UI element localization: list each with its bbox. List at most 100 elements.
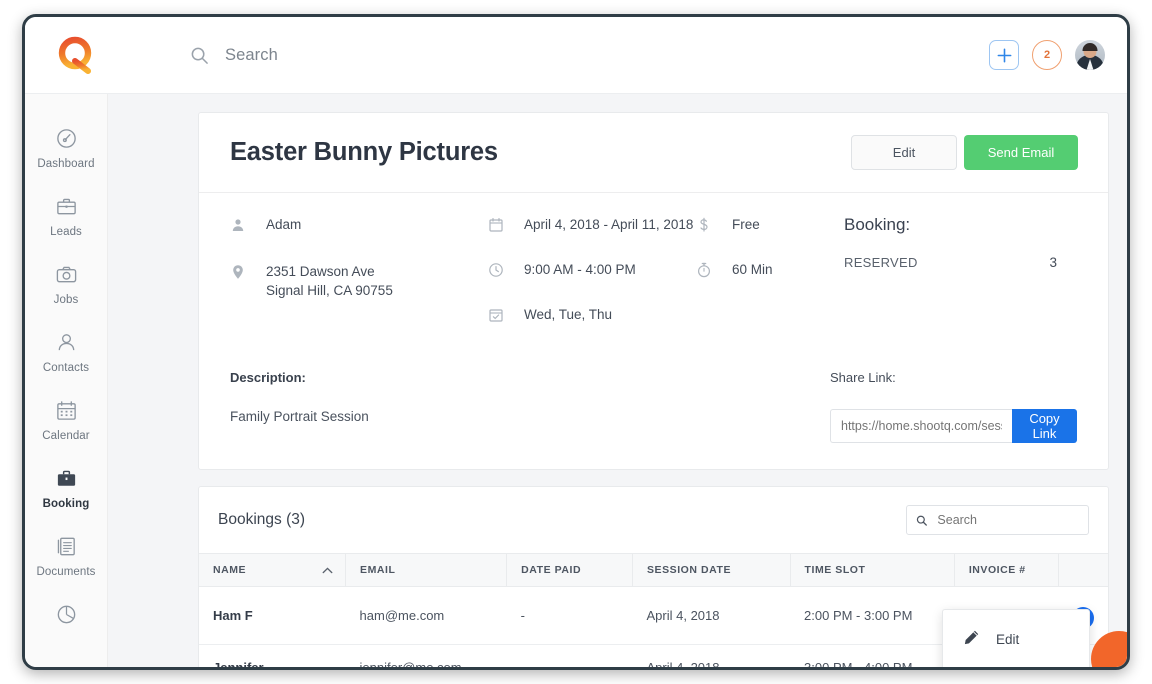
detail-info-grid: Adam 2351 Dawson Ave Signal Hill, CA 907… <box>199 193 1108 356</box>
days: Wed, Tue, Thu <box>524 307 613 322</box>
calendar-icon <box>488 215 504 238</box>
copy-link-button[interactable]: Copy Link <box>1012 409 1077 443</box>
contact-column: Adam 2351 Dawson Ave Signal Hill, CA 907… <box>230 215 488 352</box>
logo-icon <box>58 36 92 74</box>
date-range: April 4, 2018 - April 11, 2018 <box>524 217 694 232</box>
clock-icon <box>488 260 504 283</box>
pie-chart-icon <box>57 605 75 624</box>
sidebar-item-booking[interactable]: Booking <box>25 455 107 523</box>
date-range-row: April 4, 2018 - April 11, 2018 <box>488 215 696 238</box>
page-title: Easter Bunny Pictures <box>230 138 498 166</box>
send-email-button[interactable]: Send Email <box>964 135 1078 170</box>
share-link-control: Copy Link <box>830 409 1077 443</box>
cell-date-paid: - <box>506 586 633 645</box>
sidebar-item-documents[interactable]: Documents <box>25 523 107 591</box>
bookings-search[interactable] <box>906 505 1089 535</box>
column-header-invoice[interactable]: INVOICE # <box>954 553 1059 587</box>
sidebar-label: Dashboard <box>37 158 95 170</box>
address: 2351 Dawson Ave Signal Hill, CA 90755 <box>266 262 393 300</box>
calendar-check-icon <box>488 305 504 328</box>
shootq-q-logo[interactable] <box>39 34 113 76</box>
sidebar-label: Contacts <box>42 362 90 374</box>
description-label: Description: <box>230 370 306 385</box>
description-block: Description: Family Portrait Session <box>230 370 830 443</box>
cell-email: jennifer@me.com <box>345 644 507 667</box>
share-url-input[interactable] <box>830 409 1012 443</box>
bookings-title: Bookings (3) <box>218 511 306 528</box>
column-header-name[interactable]: NAME <box>199 553 347 587</box>
sidebar-item-jobs[interactable]: Jobs <box>25 251 107 319</box>
description-text: Family Portrait Session <box>230 409 369 424</box>
share-link-label: Share Link: <box>830 370 896 385</box>
booking-status: RESERVED <box>844 255 918 270</box>
menu-item-email[interactable]: Email <box>943 658 1089 667</box>
bookings-card: Bookings (3) NAME <box>198 486 1109 667</box>
briefcase-outline-icon <box>56 198 76 215</box>
time-range: 9:00 AM - 4:00 PM <box>524 262 636 277</box>
address-line-2: Signal Hill, CA 90755 <box>266 283 393 299</box>
booking-count: 3 <box>1049 255 1057 270</box>
notification-badge[interactable]: 2 <box>1032 40 1062 70</box>
cell-date-paid: - <box>506 644 633 667</box>
app-window: Search 2 Dashboard Leads Jobs Contacts C… <box>22 14 1130 670</box>
cell-name: Ham F <box>199 586 346 645</box>
cost-column: Free 60 Min <box>696 215 844 352</box>
pencil-icon <box>963 629 980 649</box>
top-bar-actions: 2 <box>989 40 1105 70</box>
price-row: Free <box>696 215 844 238</box>
cell-session-date: April 4, 2018 <box>632 586 791 645</box>
column-header-time-slot[interactable]: TIME SLOT <box>790 553 955 587</box>
calendar-icon <box>56 401 76 420</box>
detail-bottom: Description: Family Portrait Session Sha… <box>199 356 1108 469</box>
column-header-date-paid[interactable]: DATE PAID <box>506 553 633 587</box>
briefcase-filled-icon <box>57 470 75 486</box>
main-content: Easter Bunny Pictures Edit Send Email Ad… <box>108 94 1127 667</box>
address-row: 2351 Dawson Ave Signal Hill, CA 90755 <box>230 262 488 300</box>
column-header-session-date[interactable]: SESSION DATE <box>632 553 791 587</box>
location-pin-icon <box>230 262 246 300</box>
days-row: Wed, Tue, Thu <box>488 305 696 328</box>
header-buttons: Edit Send Email <box>851 135 1078 170</box>
duration: 60 Min <box>732 262 773 277</box>
bookings-search-input[interactable] <box>935 512 1079 528</box>
sidebar-item-dashboard[interactable]: Dashboard <box>25 115 107 183</box>
notification-count: 2 <box>1043 49 1051 61</box>
avatar-hair <box>1082 43 1098 51</box>
edit-button[interactable]: Edit <box>851 135 957 170</box>
row-action-menu: Edit Email <box>942 609 1090 667</box>
person-icon <box>58 334 74 351</box>
add-button[interactable] <box>989 40 1019 70</box>
bookings-toolbar: Bookings (3) <box>199 487 1108 553</box>
dollar-icon <box>696 215 712 238</box>
sidebar-label: Calendar <box>42 430 90 442</box>
booking-heading: Booking: <box>844 215 911 234</box>
contact-name-row: Adam <box>230 215 488 238</box>
menu-item-edit[interactable]: Edit <box>943 620 1089 658</box>
cell-time-slot: 3:00 PM - 4:00 PM <box>790 644 955 667</box>
sidebar-item-leads[interactable]: Leads <box>25 183 107 251</box>
sidebar-item-reports[interactable] <box>25 591 107 647</box>
cell-session-date: April 4, 2018 <box>632 644 791 667</box>
booking-status-row: RESERVED 3 <box>844 255 1077 270</box>
person-icon <box>230 215 246 238</box>
column-header-email[interactable]: EMAIL <box>345 553 508 587</box>
avatar[interactable] <box>1075 40 1105 70</box>
booking-column: Booking: RESERVED 3 <box>844 215 1077 352</box>
column-label: NAME <box>213 564 247 576</box>
camera-icon <box>56 266 76 283</box>
plus-icon <box>997 48 1011 62</box>
bookings-header-row: NAME EMAIL DATE PAID SESSION DATE TIME S… <box>199 553 1108 587</box>
search-icon <box>916 515 927 526</box>
time-range-row: 9:00 AM - 4:00 PM <box>488 260 696 283</box>
bookings-table-head: NAME EMAIL DATE PAID SESSION DATE TIME S… <box>199 553 1108 587</box>
sidebar-item-contacts[interactable]: Contacts <box>25 319 107 387</box>
sidebar-label: Leads <box>50 226 82 238</box>
global-search-placeholder: Search <box>225 45 278 64</box>
speedometer-icon <box>56 129 76 148</box>
sort-ascending-icon <box>322 565 333 577</box>
sidebar-item-calendar[interactable]: Calendar <box>25 387 107 455</box>
global-search[interactable]: Search <box>190 46 989 65</box>
document-icon <box>57 537 75 556</box>
sidebar: Dashboard Leads Jobs Contacts Calendar B… <box>25 94 108 667</box>
sidebar-label: Booking <box>42 498 90 510</box>
